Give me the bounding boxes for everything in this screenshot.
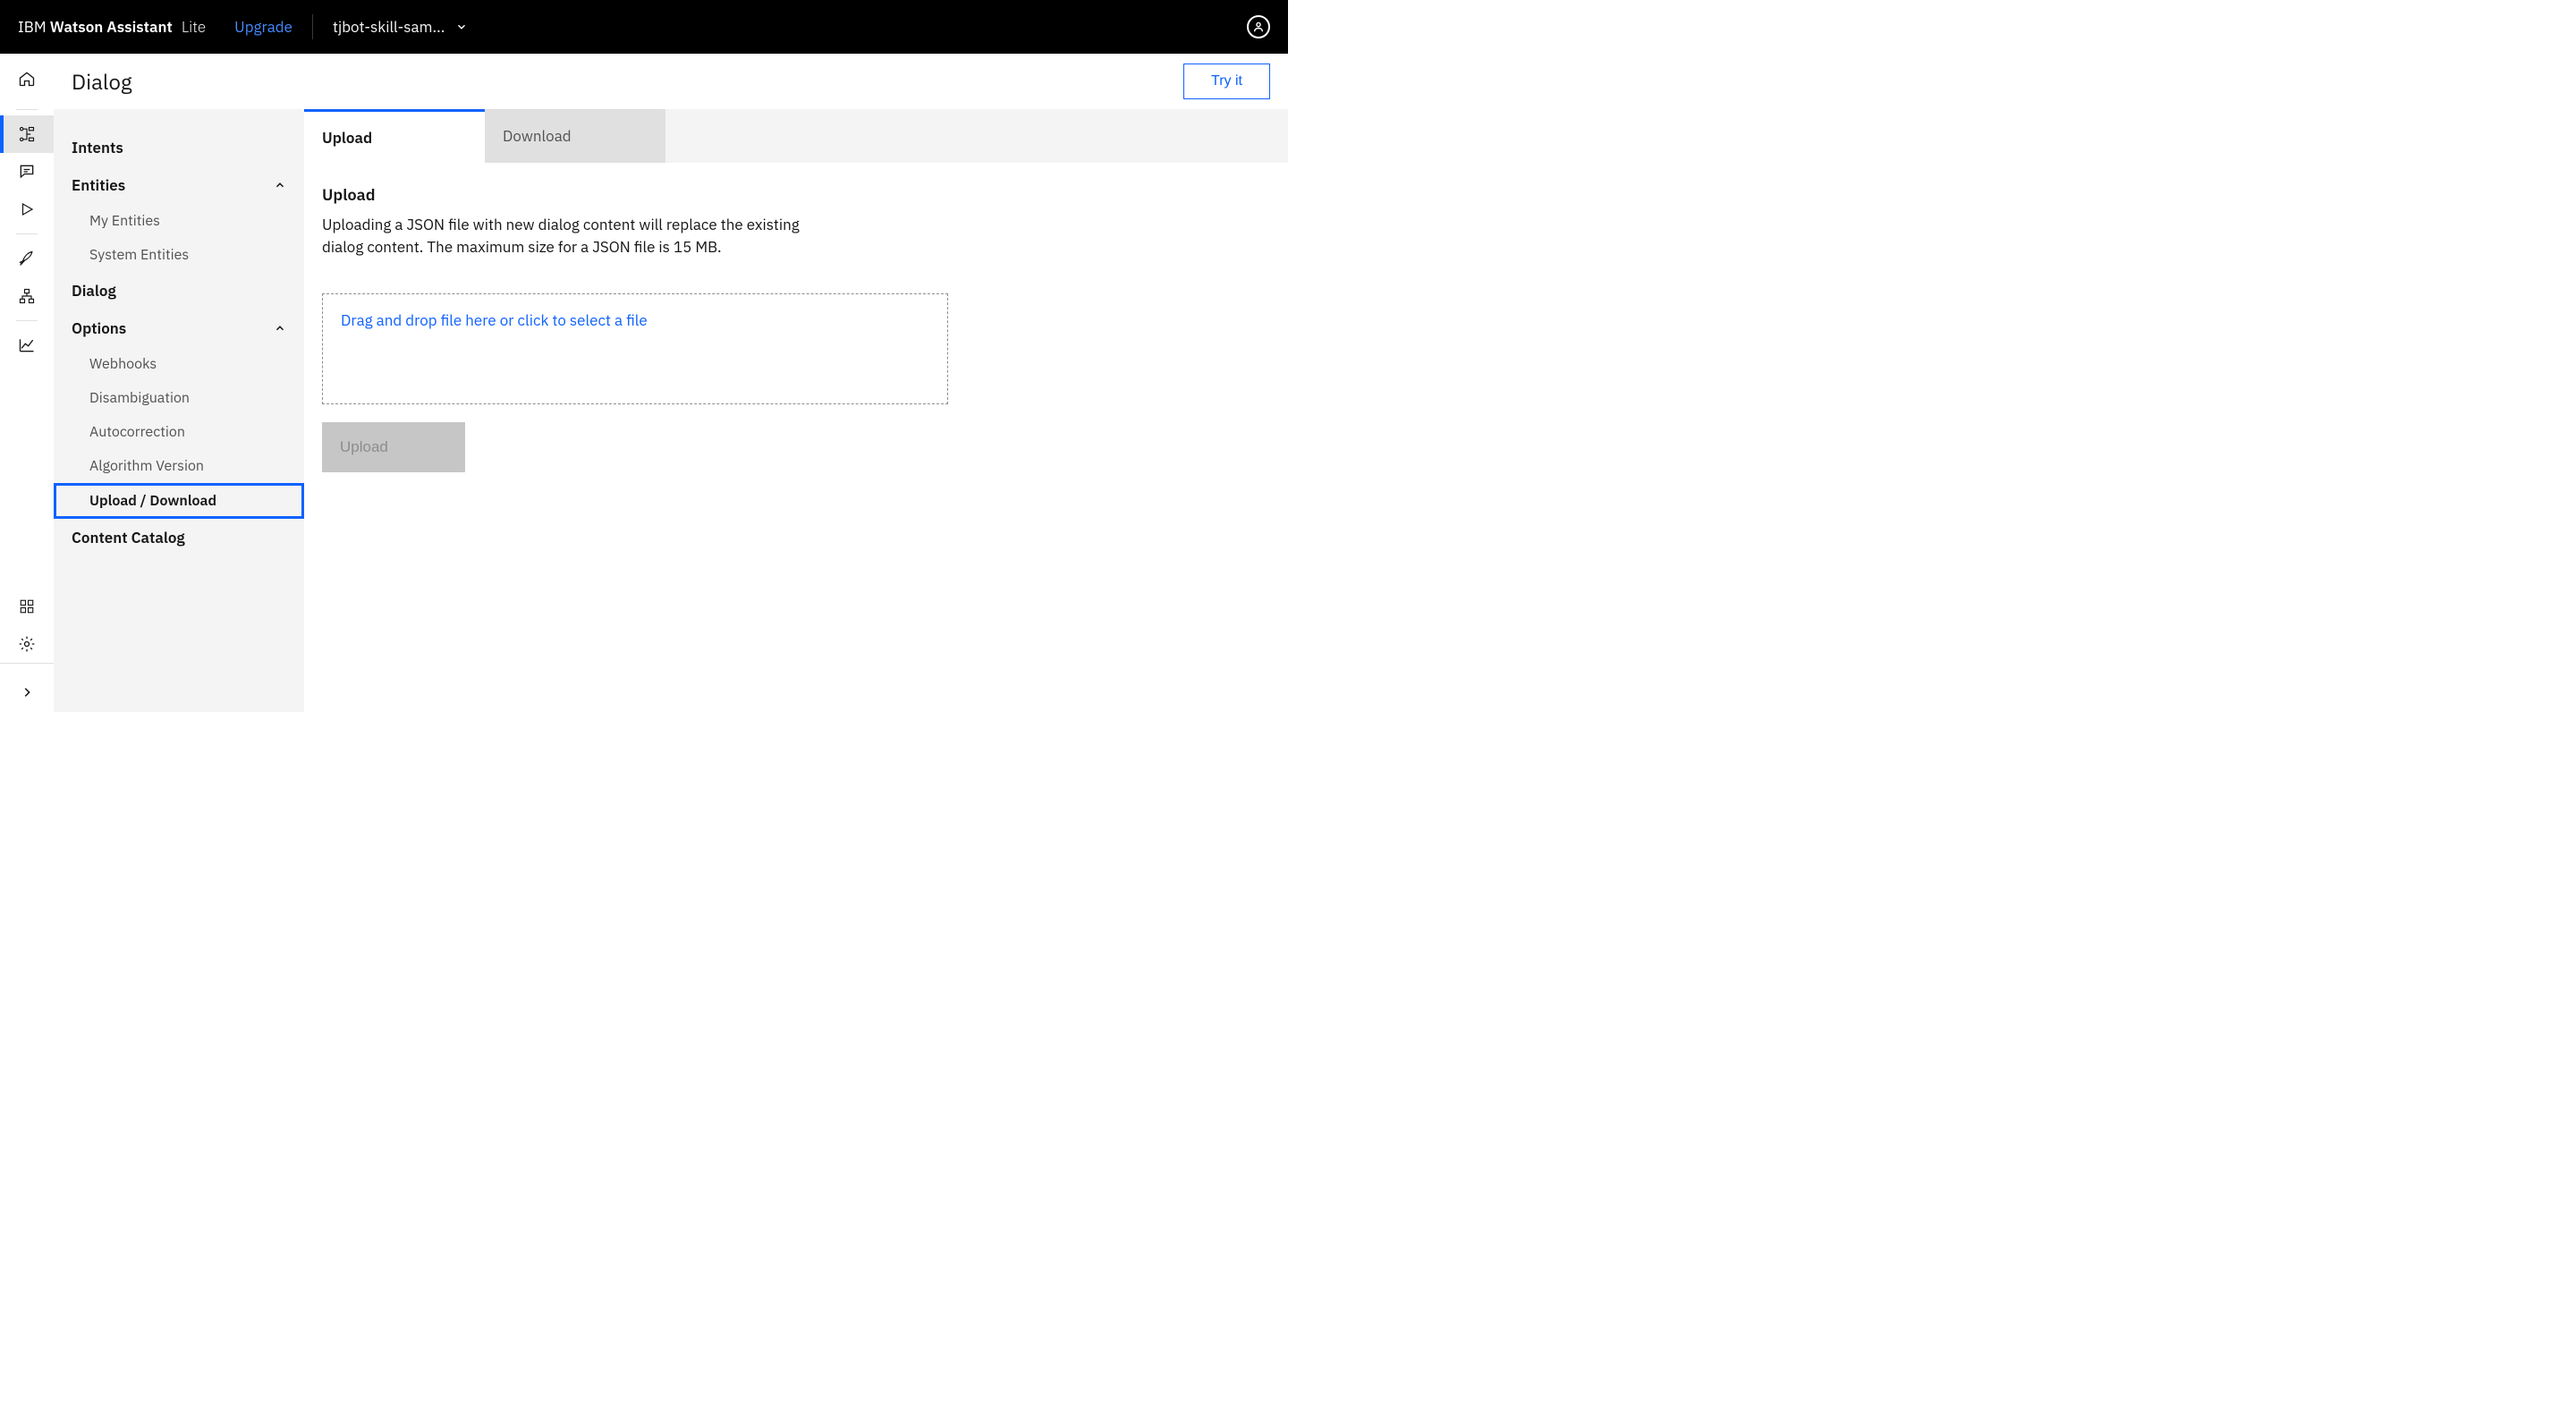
page-header: Dialog Try it	[54, 54, 1288, 109]
nav-algorithm-version[interactable]: Algorithm Version	[54, 449, 304, 483]
nav-dialog[interactable]: Dialog	[54, 272, 304, 309]
rail-integrations[interactable]	[0, 277, 54, 315]
apps-icon	[19, 598, 35, 615]
nav-disambiguation[interactable]: Disambiguation	[54, 381, 304, 415]
rail-dialog[interactable]	[0, 115, 54, 153]
rail-bottom	[0, 663, 54, 712]
tabs: Upload Download	[304, 109, 1288, 163]
user-avatar[interactable]	[1247, 15, 1270, 38]
rail-expand[interactable]	[0, 673, 54, 712]
gear-icon	[18, 635, 36, 653]
nav-label: Dialog	[72, 281, 116, 301]
panel-description: Uploading a JSON file with new dialog co…	[322, 214, 832, 258]
brand: IBM Watson Assistant	[18, 17, 173, 37]
play-icon	[19, 201, 35, 217]
nav-entities[interactable]: Entities	[54, 166, 304, 204]
workspace: Intents Entities My Entities System Enti…	[54, 109, 1288, 712]
main: Dialog Try it Intents Entities My Entiti…	[54, 54, 1288, 712]
flow-icon	[18, 125, 36, 143]
rail-run[interactable]	[0, 191, 54, 228]
nav-upload-download[interactable]: Upload / Download	[54, 483, 304, 519]
nav-label: Content Catalog	[72, 528, 185, 547]
rail-deploy[interactable]	[0, 240, 54, 277]
upgrade-link[interactable]: Upgrade	[234, 17, 292, 37]
nav-label: Options	[72, 318, 126, 338]
nav-system-entities[interactable]: System Entities	[54, 238, 304, 272]
chevron-up-icon	[274, 179, 286, 191]
page-title: Dialog	[72, 67, 132, 96]
rail-divider-2	[16, 233, 38, 234]
file-dropzone[interactable]: Drag and drop file here or click to sele…	[322, 293, 948, 404]
upload-panel: Upload Uploading a JSON file with new di…	[304, 163, 1288, 712]
icon-rail	[0, 54, 54, 712]
rocket-icon	[18, 250, 36, 267]
analytics-icon	[18, 336, 36, 354]
nav-intents[interactable]: Intents	[54, 129, 304, 166]
nav-my-entities[interactable]: My Entities	[54, 204, 304, 238]
nav-options[interactable]: Options	[54, 309, 304, 347]
tab-upload[interactable]: Upload	[304, 109, 485, 163]
brand-prefix: IBM	[18, 17, 47, 37]
user-icon	[1252, 21, 1265, 33]
nav-autocorrection[interactable]: Autocorrection	[54, 415, 304, 449]
brand-main: Watson Assistant	[50, 17, 173, 37]
skill-name: tjbot-skill-sam...	[333, 17, 445, 37]
sidenav: Intents Entities My Entities System Enti…	[54, 109, 304, 712]
nav-label: Intents	[72, 138, 123, 157]
rail-apps[interactable]	[0, 588, 54, 625]
panel-heading: Upload	[322, 184, 1270, 205]
content: Upload Download Upload Uploading a JSON …	[304, 109, 1288, 712]
chat-icon	[18, 163, 36, 181]
rail-divider-3	[16, 320, 38, 321]
skill-dropdown[interactable]: tjbot-skill-sam...	[333, 17, 468, 37]
top-header: IBM Watson Assistant Lite Upgrade tjbot-…	[0, 0, 1288, 54]
upload-button[interactable]: Upload	[322, 422, 465, 472]
chevron-down-icon	[455, 21, 468, 33]
header-divider	[312, 14, 313, 39]
chevron-right-icon	[21, 686, 33, 699]
network-icon	[18, 287, 36, 305]
plan-tier: Lite	[182, 17, 206, 37]
try-it-button[interactable]: Try it	[1183, 64, 1270, 99]
rail-settings[interactable]	[0, 625, 54, 663]
rail-home[interactable]	[0, 54, 54, 104]
rail-chat[interactable]	[0, 153, 54, 191]
rail-analytics[interactable]	[0, 326, 54, 364]
rail-divider	[16, 109, 38, 110]
tab-spacer	[665, 109, 1288, 163]
chevron-up-icon	[274, 322, 286, 335]
nav-label: Entities	[72, 175, 125, 195]
nav-webhooks[interactable]: Webhooks	[54, 347, 304, 381]
home-icon	[18, 70, 36, 88]
tab-download[interactable]: Download	[485, 109, 665, 163]
nav-content-catalog[interactable]: Content Catalog	[54, 519, 304, 556]
